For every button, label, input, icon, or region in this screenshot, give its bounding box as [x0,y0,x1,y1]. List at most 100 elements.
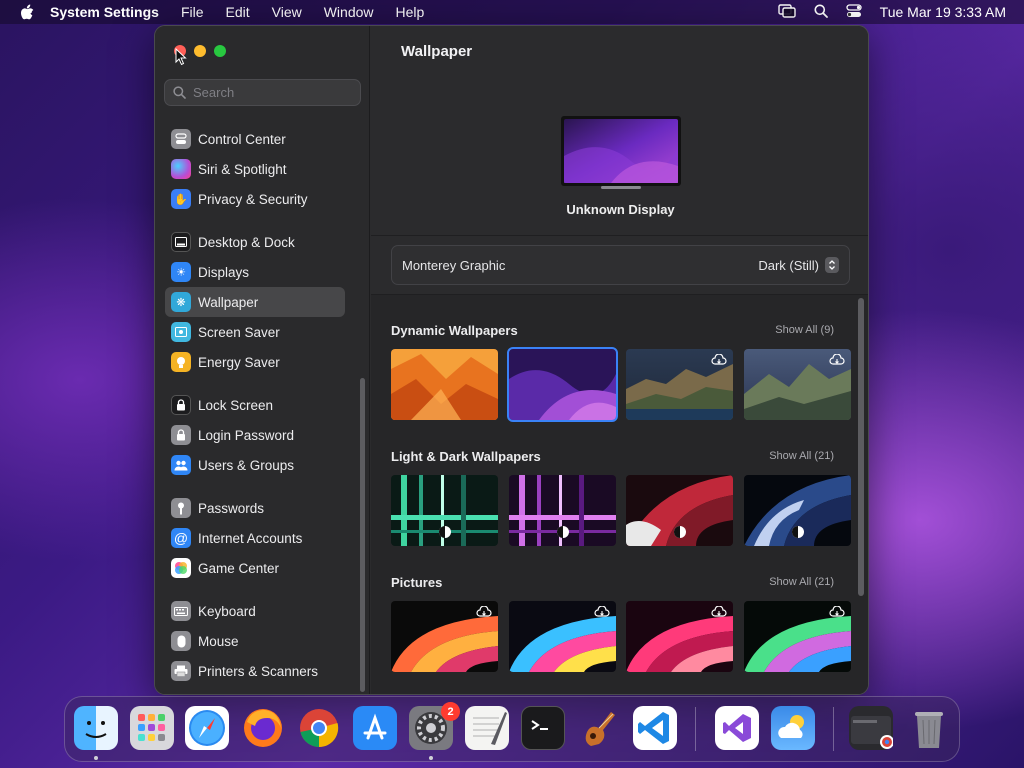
sidebar-item-label: Siri & Spotlight [198,161,287,177]
menu-view[interactable]: View [272,4,302,20]
spotlight-search-icon[interactable] [814,4,828,21]
sidebar-item-label: Screen Saver [198,324,280,340]
show-all-dynamic-button[interactable]: Show All (9) [775,324,834,336]
wallpaper-thumb[interactable] [391,601,498,672]
light-dark-mode-icon [791,525,805,544]
vscode-icon[interactable] [633,706,677,750]
wallpaper-thumb-selected[interactable] [507,347,618,422]
wallpaper-thumb[interactable] [391,475,498,546]
hand-icon: ✋ [171,189,191,209]
wallpaper-thumb[interactable] [626,349,733,420]
minimize-window-button[interactable] [194,45,206,57]
downloads-stack-icon[interactable] [849,706,894,750]
launchpad-icon[interactable] [130,706,174,750]
visual-studio-icon[interactable] [715,706,759,750]
running-indicator [429,756,433,760]
trash-icon[interactable] [907,706,951,750]
menu-bar: System Settings File Edit View Window He… [0,0,1024,24]
sidebar: Control Center Siri & Spotlight ✋ Privac… [155,26,370,694]
menu-help[interactable]: Help [396,4,425,20]
keyboard-icon [171,601,191,621]
sidebar-item-passwords[interactable]: Passwords [165,493,345,523]
menubar-clock[interactable]: Tue Mar 19 3:33 AM [880,4,1006,20]
sidebar-item-login-password[interactable]: Login Password [165,420,345,450]
display-preview[interactable] [561,116,681,190]
garageband-icon[interactable] [577,706,621,750]
section-title-light-dark: Light & Dark Wallpapers [391,449,541,464]
running-indicator [94,756,98,760]
screen-mirroring-icon[interactable] [777,3,796,21]
apple-menu-icon[interactable] [16,1,38,23]
sidebar-item-screen-saver[interactable]: Screen Saver [165,317,345,347]
sidebar-item-label: Energy Saver [198,354,280,370]
menu-app-name[interactable]: System Settings [50,4,159,20]
cloud-download-icon [594,605,610,623]
wallpaper-style-value: Dark (Still) [758,257,819,273]
sidebar-item-label: Control Center [198,131,286,147]
sidebar-item-label: Users & Groups [198,457,295,473]
dock-separator [833,707,834,751]
search-input[interactable] [193,85,343,100]
sidebar-item-game-center[interactable]: Game Center [165,553,345,583]
sidebar-item-desktop-dock[interactable]: Desktop & Dock [165,227,345,257]
cloud-download-icon [829,605,845,623]
sidebar-item-privacy-security[interactable]: ✋ Privacy & Security [165,184,345,214]
safari-icon[interactable] [185,706,229,750]
light-dark-mode-icon [438,525,452,544]
screen-saver-icon [171,322,191,342]
printer-icon [171,661,191,681]
search-field[interactable] [164,79,361,106]
gallery-scrollbar[interactable] [858,298,864,596]
sidebar-item-energy-saver[interactable]: Energy Saver [165,347,345,377]
sidebar-item-control-center[interactable]: Control Center [165,124,345,154]
wallpaper-thumb[interactable] [509,601,616,672]
sidebar-item-siri-spotlight[interactable]: Siri & Spotlight [165,154,345,184]
sidebar-item-printers-scanners[interactable]: Printers & Scanners [165,656,345,686]
firefox-icon[interactable] [241,706,285,750]
sidebar-item-internet-accounts[interactable]: @ Internet Accounts [165,523,345,553]
system-settings-window: Control Center Siri & Spotlight ✋ Privac… [154,25,869,695]
control-center-icon[interactable] [846,3,862,21]
control-center-icon [171,129,191,149]
wallpaper-thumb[interactable] [626,601,733,672]
wallpaper-thumb[interactable] [744,475,851,546]
wallpaper-thumb[interactable] [509,475,616,546]
show-all-light-dark-button[interactable]: Show All (21) [769,450,834,462]
notification-badge: 2 [441,702,460,721]
weather-icon[interactable] [771,706,815,750]
wallpaper-icon: ❋ [171,292,191,312]
menu-edit[interactable]: Edit [226,4,250,20]
sidebar-item-mouse[interactable]: Mouse [165,626,345,656]
sidebar-item-wallpaper[interactable]: ❋ Wallpaper [165,287,345,317]
wallpaper-thumb[interactable] [744,601,851,672]
sidebar-item-displays[interactable]: ☀ Displays [165,257,345,287]
finder-icon[interactable] [74,706,118,750]
wallpaper-thumb[interactable] [626,475,733,546]
chrome-icon[interactable] [297,706,341,750]
cloud-download-icon [476,605,492,623]
terminal-icon[interactable] [521,706,565,750]
cloud-download-icon [711,353,727,371]
sidebar-item-users-groups[interactable]: Users & Groups [165,450,345,480]
section-title-pictures: Pictures [391,575,443,590]
key-icon [171,498,191,518]
wallpaper-thumb[interactable] [391,349,498,420]
sidebar-item-label: Keyboard [198,603,256,619]
show-all-pictures-button[interactable]: Show All (21) [769,576,834,588]
menu-window[interactable]: Window [324,4,374,20]
wallpaper-pane: Wallpaper Unknown Display Monterey Graph… [371,26,868,694]
sidebar-item-lock-screen[interactable]: Lock Screen [165,390,345,420]
sidebar-item-label: Lock Screen [198,397,274,413]
mouse-icon [171,631,191,651]
search-icon [173,86,186,99]
wallpaper-thumb[interactable] [744,349,851,420]
sidebar-scrollbar[interactable] [360,378,365,692]
zoom-window-button[interactable] [214,45,226,57]
wallpaper-style-popup[interactable]: Dark (Still) [758,257,839,273]
sidebar-item-keyboard[interactable]: Keyboard [165,596,345,626]
light-dark-mode-icon [673,525,687,544]
app-store-icon[interactable] [353,706,397,750]
menu-file[interactable]: File [181,4,204,20]
sidebar-item-label: Internet Accounts [198,530,303,546]
textedit-icon[interactable] [465,706,509,750]
